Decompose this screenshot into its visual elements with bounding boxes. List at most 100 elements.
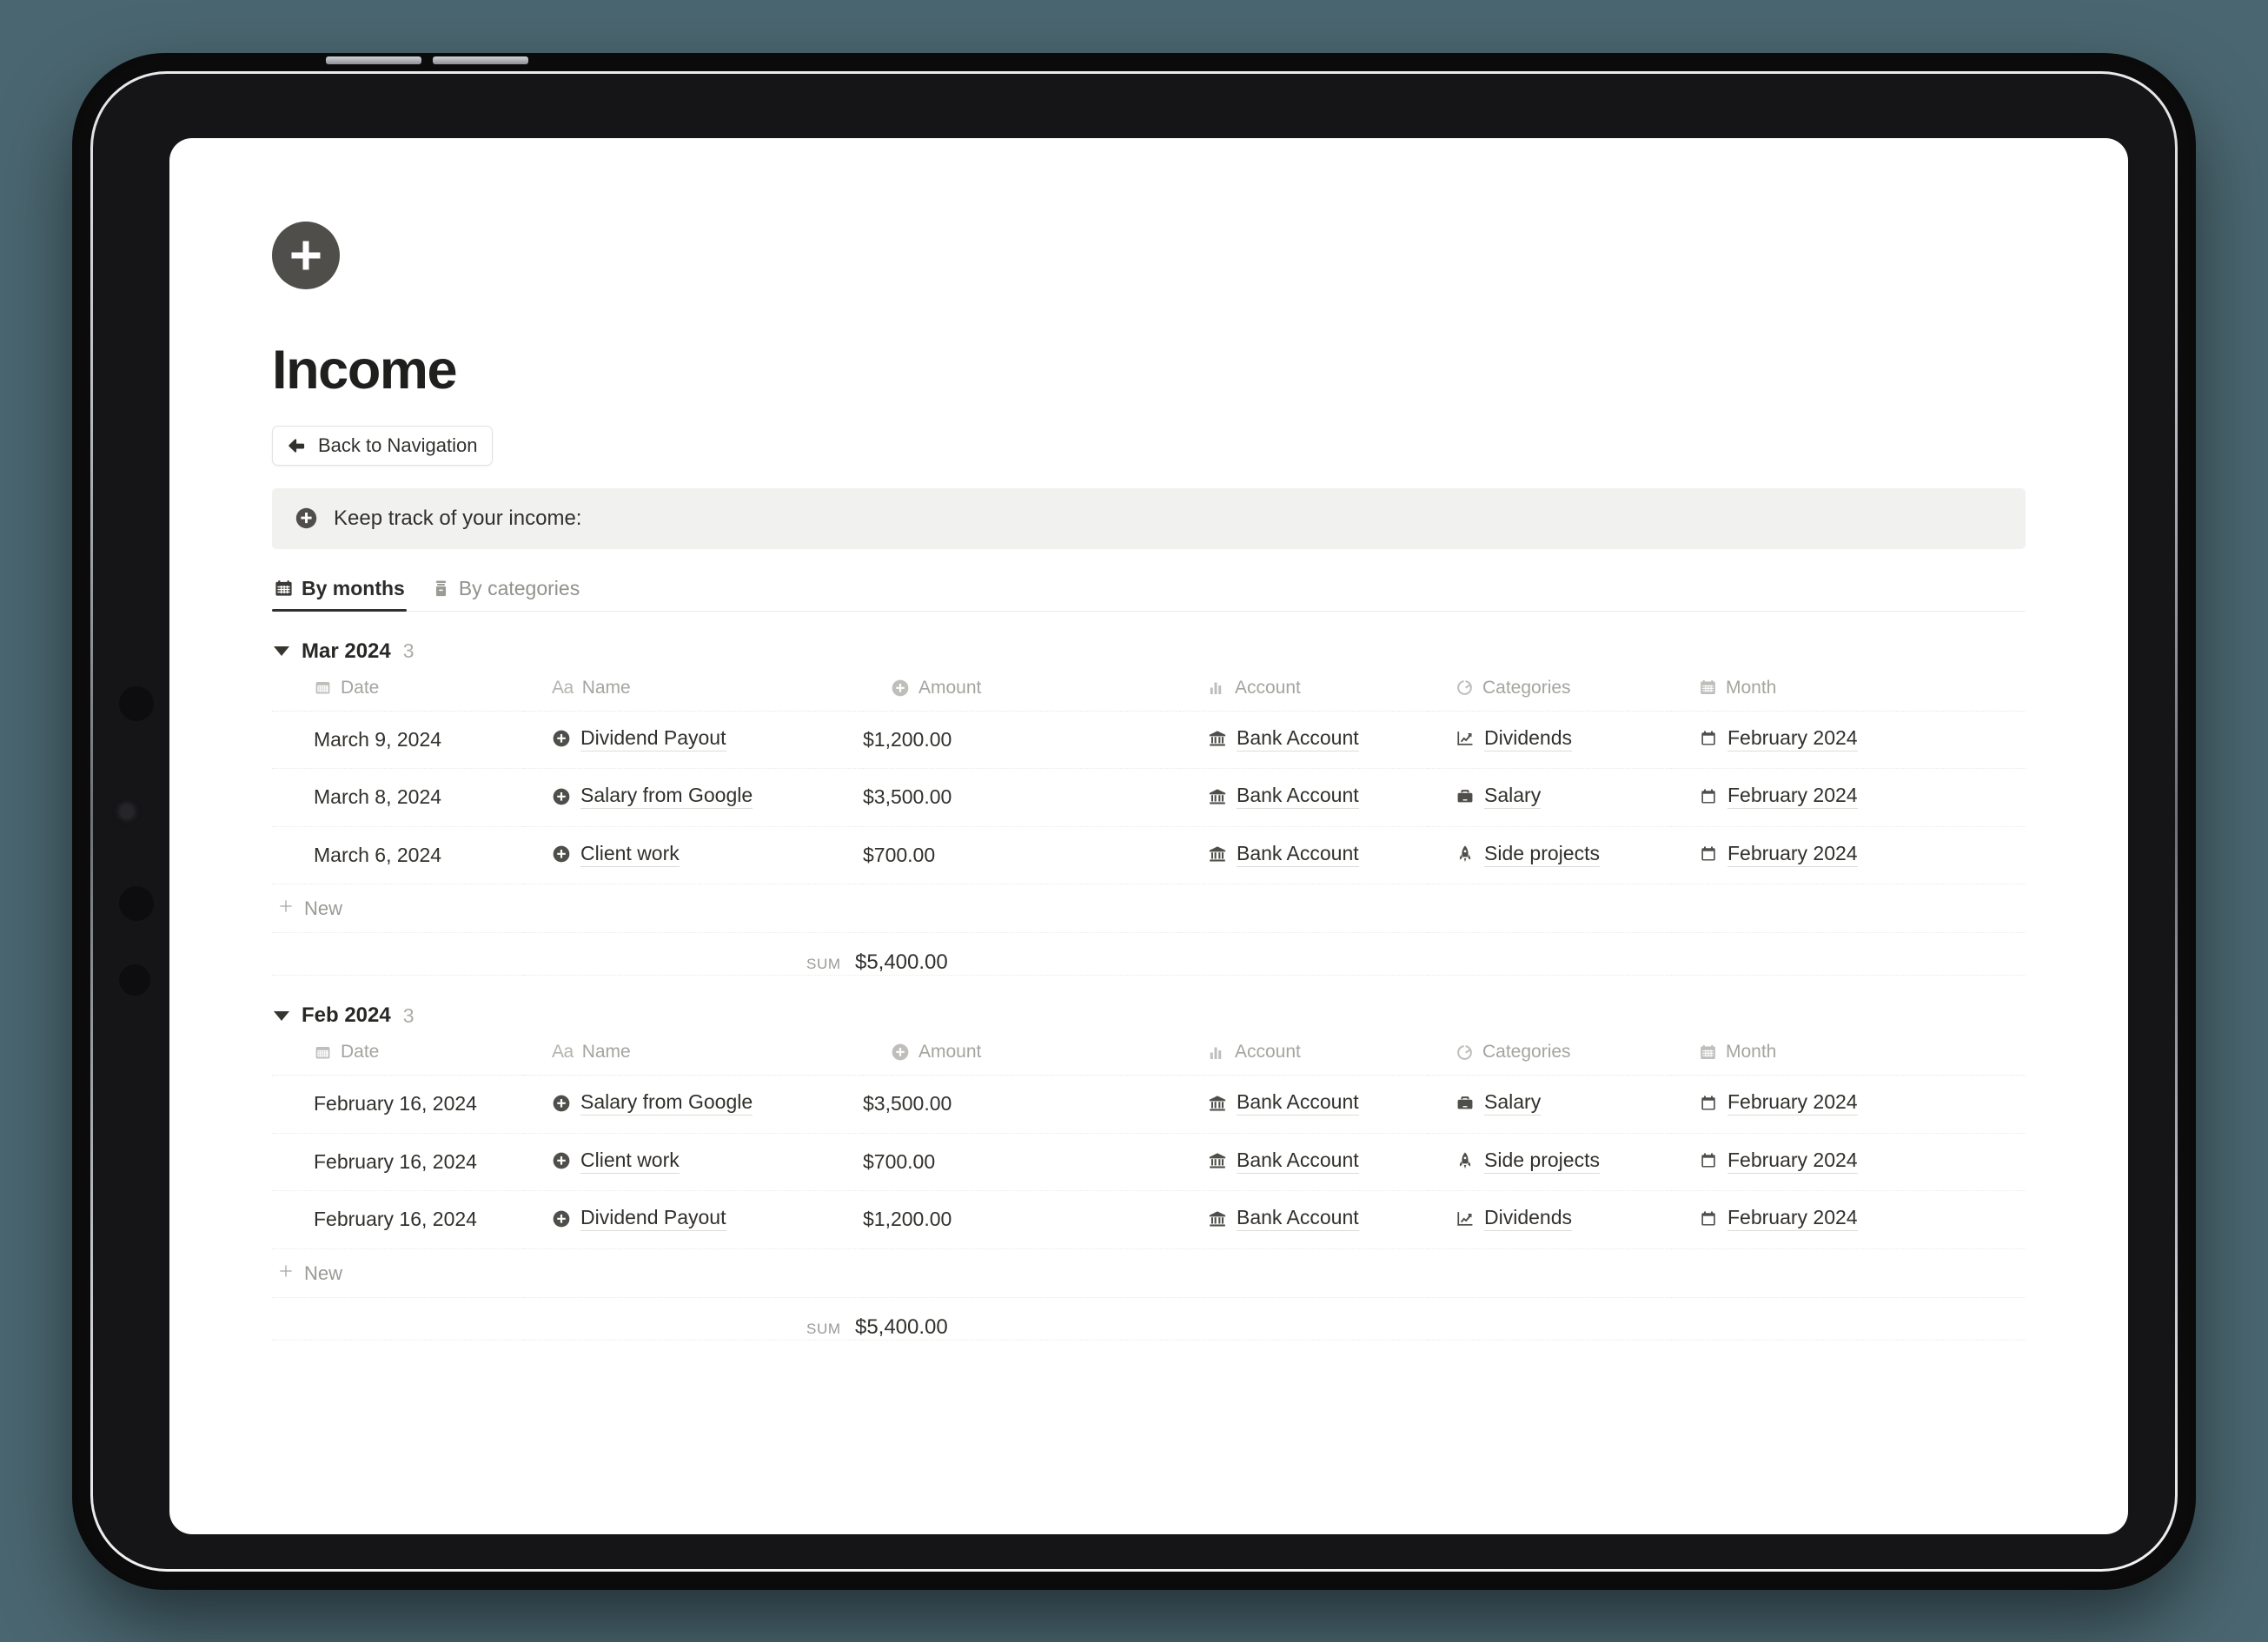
- new-row-cell[interactable]: New: [272, 884, 2026, 933]
- cell-amount[interactable]: $700.00: [863, 1133, 1180, 1191]
- cell-name[interactable]: Client work: [524, 826, 863, 884]
- plus-circle-icon: [891, 679, 910, 698]
- cell-amount[interactable]: $1,200.00: [863, 711, 1180, 769]
- volume-down-button[interactable]: [433, 56, 528, 64]
- cell-name[interactable]: Client work: [524, 1133, 863, 1191]
- rocket-icon: [1456, 844, 1475, 864]
- column-header-month[interactable]: Month: [1671, 1042, 2026, 1076]
- cell-date[interactable]: February 16, 2024: [272, 1133, 524, 1191]
- cell-month[interactable]: February 2024: [1671, 711, 2026, 769]
- cell-month[interactable]: February 2024: [1671, 1075, 2026, 1134]
- page-icon[interactable]: [272, 221, 340, 289]
- column-header-account[interactable]: Account: [1180, 1042, 1428, 1076]
- page-title: Income: [272, 339, 458, 401]
- cell-category-label: Salary: [1484, 1090, 1542, 1116]
- column-header-account[interactable]: Account: [1180, 677, 1428, 712]
- cell-account-label: Bank Account: [1237, 1090, 1359, 1116]
- cell-category-label: Dividends: [1484, 1206, 1572, 1231]
- group-header[interactable]: Mar 2024 3: [272, 639, 2026, 664]
- column-header-categories-label: Categories: [1482, 1042, 1571, 1062]
- cell-amount[interactable]: $3,500.00: [863, 768, 1180, 827]
- cell-date[interactable]: March 8, 2024: [272, 768, 524, 827]
- cell-account[interactable]: Bank Account: [1180, 768, 1428, 827]
- table-header-row: Date Aa Name Amount Account Categories M…: [272, 1042, 2026, 1076]
- table-row[interactable]: February 16, 2024: [272, 1075, 2026, 1134]
- table-row[interactable]: March 9, 2024 Dividend Payout $1,200.00 …: [272, 711, 2026, 769]
- calendar-grid-icon: [274, 579, 294, 599]
- bar-chart-icon: [1208, 679, 1226, 697]
- column-header-month-label: Month: [1726, 1042, 1777, 1062]
- new-row-label: New: [304, 897, 343, 919]
- pie-chart-icon: [1456, 1043, 1474, 1062]
- chevron-down-icon[interactable]: [274, 646, 289, 656]
- cell-month[interactable]: February 2024: [1671, 1133, 2026, 1191]
- cell-date[interactable]: March 6, 2024: [272, 826, 524, 884]
- cell-name[interactable]: Dividend Payout: [524, 1190, 863, 1249]
- cell-category[interactable]: Salary: [1428, 1075, 1671, 1134]
- column-header-amount[interactable]: Amount: [863, 1042, 1180, 1076]
- cell-name-label: Salary from Google: [580, 784, 753, 809]
- cell-account[interactable]: Bank Account: [1180, 711, 1428, 769]
- chevron-down-icon[interactable]: [274, 1010, 289, 1021]
- new-row-cell[interactable]: New: [272, 1248, 2026, 1298]
- cell-category-label: Dividends: [1484, 726, 1572, 751]
- column-header-date[interactable]: Date: [272, 677, 524, 712]
- cell-category[interactable]: Dividends: [1428, 711, 1671, 769]
- table-row[interactable]: March 8, 2024 Salary from Google $3,500.…: [272, 768, 2026, 827]
- cell-name[interactable]: Dividend Payout: [524, 711, 863, 769]
- column-header-amount[interactable]: Amount: [863, 677, 1180, 712]
- cell-month[interactable]: February 2024: [1671, 826, 2026, 884]
- plus-circle-icon: [891, 1043, 910, 1062]
- cell-account-label: Bank Account: [1237, 784, 1359, 809]
- cell-date[interactable]: February 16, 2024: [272, 1075, 524, 1134]
- new-row[interactable]: New: [272, 1248, 2026, 1298]
- column-header-name[interactable]: Aa Name: [524, 677, 863, 712]
- cell-category[interactable]: Side projects: [1428, 1133, 1671, 1191]
- column-header-categories[interactable]: Categories: [1428, 677, 1671, 712]
- cell-name[interactable]: Salary from Google: [524, 1075, 863, 1134]
- cell-category[interactable]: Dividends: [1428, 1190, 1671, 1249]
- cell-account[interactable]: Bank Account: [1180, 1133, 1428, 1191]
- calendar-icon: [1699, 844, 1718, 864]
- cell-amount[interactable]: $3,500.00: [863, 1075, 1180, 1134]
- cell-account[interactable]: Bank Account: [1180, 1190, 1428, 1249]
- callout-block: Keep track of your income:: [272, 487, 2026, 549]
- sum-row: SUM $5,400.00: [272, 1297, 2026, 1341]
- tab-by-months[interactable]: By months: [272, 573, 407, 612]
- cell-date[interactable]: February 16, 2024: [272, 1190, 524, 1249]
- cell-amount[interactable]: $1,200.00: [863, 1190, 1180, 1249]
- table-row[interactable]: February 16, 2024: [272, 1133, 2026, 1191]
- table-header-row: Date Aa Name Amount Account Categories M…: [272, 677, 2026, 712]
- plus-icon: [277, 1262, 295, 1285]
- new-row[interactable]: New: [272, 884, 2026, 933]
- column-header-month[interactable]: Month: [1671, 677, 2026, 712]
- cell-month[interactable]: February 2024: [1671, 768, 2026, 827]
- column-header-name[interactable]: Aa Name: [524, 1042, 863, 1076]
- table-row[interactable]: February 16, 2024: [272, 1190, 2026, 1249]
- view-tabs: By months By categories: [272, 573, 2026, 612]
- column-header-categories-label: Categories: [1482, 677, 1571, 698]
- pie-chart-icon: [1456, 679, 1474, 697]
- cell-month[interactable]: February 2024: [1671, 1190, 2026, 1249]
- group-feb-2024: Feb 2024 3 Date Aa Name Amount Account C…: [272, 1003, 2026, 1341]
- cell-account-label: Bank Account: [1237, 1206, 1359, 1231]
- cell-account[interactable]: Bank Account: [1180, 826, 1428, 884]
- plus-circle-icon: [552, 787, 571, 806]
- sum-spacer: [272, 1297, 1180, 1341]
- cell-amount[interactable]: $700.00: [863, 826, 1180, 884]
- cell-date[interactable]: March 9, 2024: [272, 711, 524, 769]
- tab-by-categories[interactable]: By categories: [429, 573, 581, 611]
- cell-name[interactable]: Salary from Google: [524, 768, 863, 827]
- cell-category[interactable]: Side projects: [1428, 826, 1671, 884]
- table-row[interactable]: March 6, 2024 Client work $700.00 Bank A…: [272, 826, 2026, 884]
- cell-category[interactable]: Salary: [1428, 768, 1671, 827]
- cell-account[interactable]: Bank Account: [1180, 1075, 1428, 1134]
- column-header-date[interactable]: Date: [272, 1042, 524, 1076]
- cell-month-label: February 2024: [1728, 1206, 1858, 1231]
- volume-up-button[interactable]: [326, 56, 421, 64]
- column-header-categories[interactable]: Categories: [1428, 1042, 1671, 1076]
- tablet-device-frame: Income Back to Navigation Keep track of …: [78, 56, 2190, 1584]
- aa-text-icon: Aa: [552, 677, 574, 698]
- back-to-navigation-button[interactable]: Back to Navigation: [272, 425, 494, 466]
- group-header[interactable]: Feb 2024 3: [272, 1003, 2026, 1028]
